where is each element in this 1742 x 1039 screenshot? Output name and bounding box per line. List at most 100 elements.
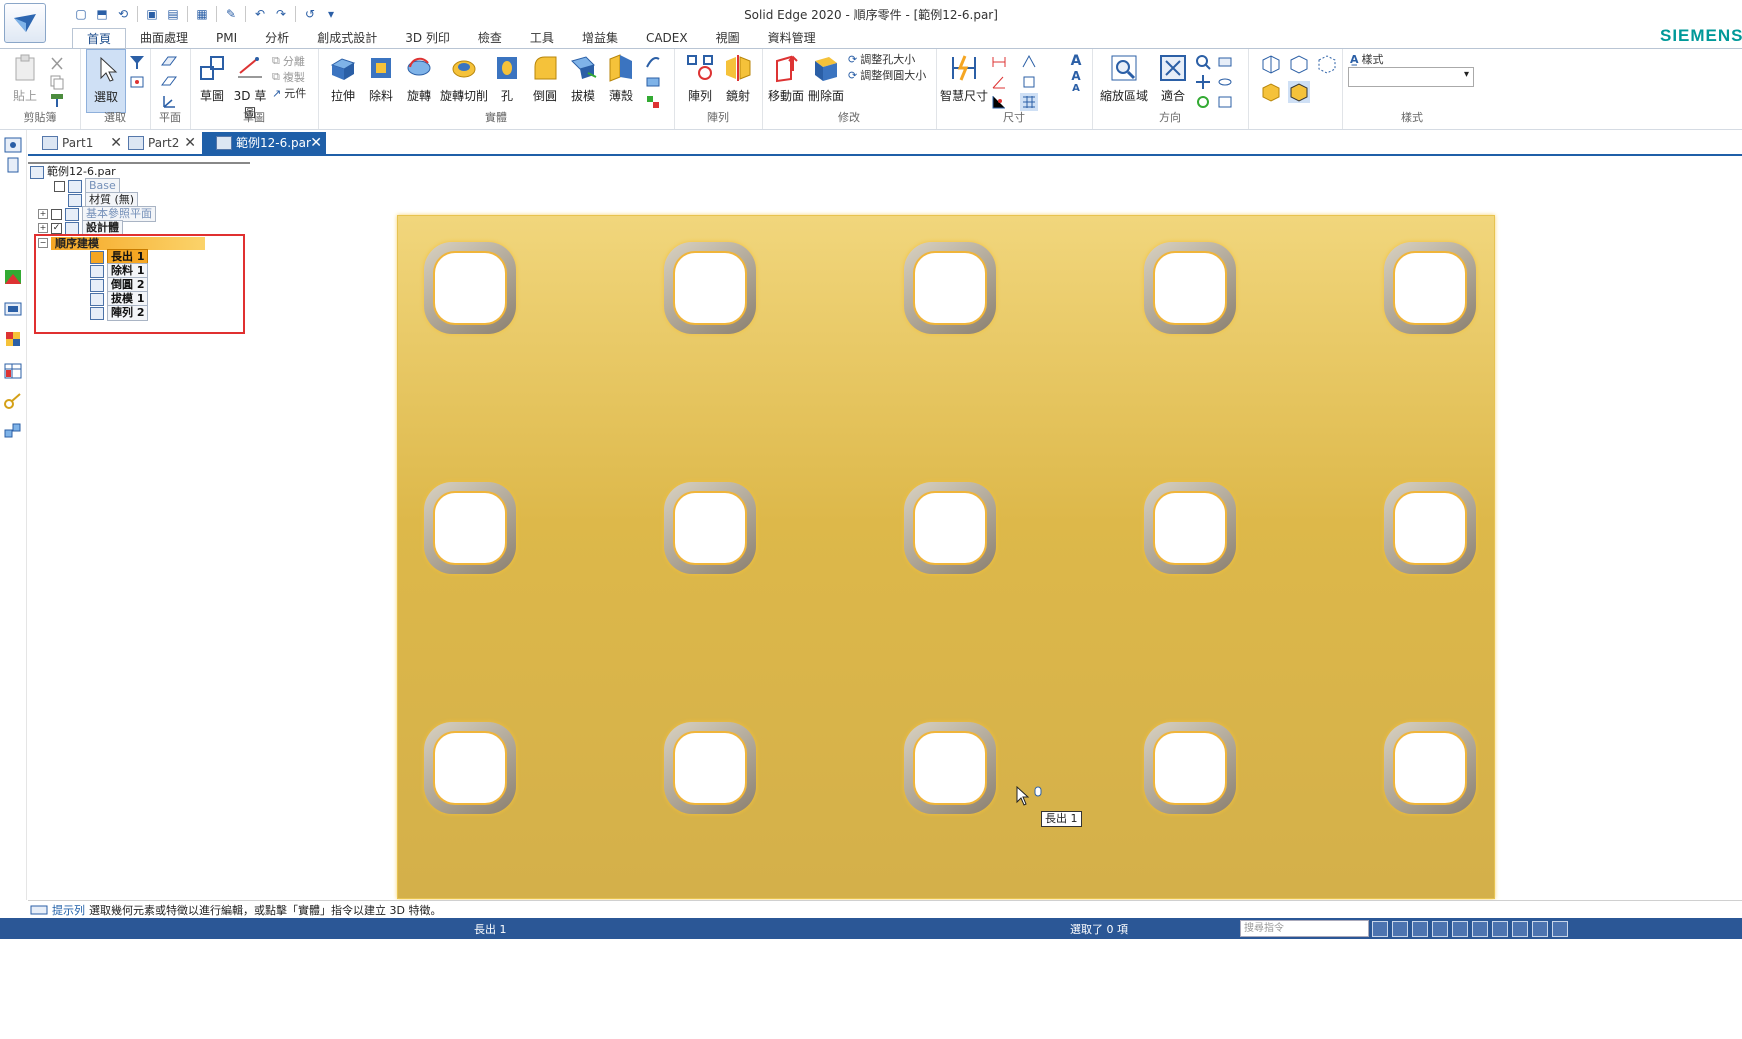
shaded-with-edges-icon[interactable] bbox=[1288, 81, 1310, 103]
split-button[interactable]: ⧉ 分離 bbox=[272, 53, 305, 69]
round-button[interactable]: 倒圓 bbox=[528, 53, 562, 104]
paste-button[interactable]: 貼上 bbox=[8, 53, 42, 104]
more-options-icon[interactable] bbox=[1552, 921, 1568, 937]
variable-table-icon[interactable] bbox=[3, 362, 23, 380]
cut-icon[interactable] bbox=[48, 55, 66, 73]
angle-between-icon[interactable] bbox=[990, 73, 1008, 91]
doc-tab-part1[interactable]: Part1 ✕ bbox=[42, 132, 126, 154]
cutout-hole[interactable] bbox=[904, 722, 996, 814]
smart-dimension-button[interactable]: 智慧尺寸 bbox=[940, 53, 988, 104]
feature-library-icon[interactable] bbox=[3, 156, 23, 174]
style-dropdown[interactable]: ▾ bbox=[1348, 67, 1474, 87]
thin-wall-button[interactable]: 薄殼 bbox=[604, 53, 638, 104]
cutout-hole[interactable] bbox=[1384, 722, 1476, 814]
sweep-icon[interactable] bbox=[644, 53, 662, 71]
zoom-icon[interactable] bbox=[1194, 53, 1212, 71]
tab-analysis[interactable]: 分析 bbox=[251, 28, 303, 48]
cutout-hole[interactable] bbox=[664, 242, 756, 334]
spin-icon[interactable] bbox=[1492, 921, 1508, 937]
text-style-button[interactable]: A A A bbox=[1066, 53, 1086, 94]
tab-home[interactable]: 首頁 bbox=[72, 28, 127, 49]
resize-round-button[interactable]: ⟳ 調整倒圓大小 bbox=[848, 67, 926, 83]
extrude-button[interactable]: 拉伸 bbox=[326, 53, 360, 104]
arrow-icon[interactable] bbox=[1372, 921, 1388, 937]
command-search-input[interactable]: 搜尋指令 bbox=[1240, 920, 1369, 937]
assembly-tree-icon[interactable] bbox=[3, 422, 23, 440]
tab-pmi[interactable]: PMI bbox=[202, 28, 251, 48]
tree-design-body[interactable]: + ✓ 設計體 bbox=[38, 220, 123, 236]
format-painter-icon[interactable] bbox=[48, 91, 66, 109]
tab-add-ins[interactable]: 增益集 bbox=[568, 28, 632, 48]
visibility-checkbox[interactable]: ✓ bbox=[51, 222, 62, 234]
coincident-plane-icon[interactable] bbox=[160, 53, 178, 71]
fit-button[interactable]: 適合 bbox=[1156, 53, 1190, 104]
rotate-icon[interactable] bbox=[1472, 921, 1488, 937]
expand-icon[interactable]: + bbox=[38, 209, 48, 219]
relationship-icon[interactable] bbox=[1020, 73, 1038, 91]
path-finder-grip[interactable] bbox=[28, 156, 250, 164]
loft-icon[interactable] bbox=[644, 73, 662, 91]
tab-generative-design[interactable]: 創成式設計 bbox=[303, 28, 391, 48]
draft-button[interactable]: 拔模 bbox=[566, 53, 600, 104]
resize-hole-button[interactable]: ⟳ 調整孔大小 bbox=[848, 51, 915, 67]
previous-view-icon[interactable] bbox=[1216, 53, 1234, 71]
select-button[interactable]: 選取 bbox=[86, 49, 126, 113]
pan-icon[interactable] bbox=[1194, 73, 1212, 91]
sketch-button[interactable]: 草圖 bbox=[194, 53, 230, 104]
move-face-button[interactable]: 移動面 bbox=[766, 53, 806, 104]
pattern-button[interactable]: 陣列 bbox=[682, 53, 718, 104]
tab-surfacing[interactable]: 曲面處理 bbox=[126, 28, 202, 48]
tab-data-management[interactable]: 資料管理 bbox=[754, 28, 830, 48]
visible-edges-icon[interactable] bbox=[1288, 53, 1310, 75]
cutout-hole[interactable] bbox=[664, 482, 756, 574]
cutout-hole[interactable] bbox=[424, 482, 516, 574]
path-finder-tab-icon[interactable] bbox=[3, 136, 23, 154]
element-button[interactable]: ↗ 元件 bbox=[272, 85, 306, 101]
fit-icon[interactable] bbox=[1432, 921, 1448, 937]
cutout-hole[interactable] bbox=[1144, 482, 1236, 574]
color-manager-icon[interactable] bbox=[3, 330, 23, 348]
doc-tab-part2[interactable]: Part2 ✕ bbox=[128, 132, 200, 154]
tree-root[interactable]: 範例12-6.par bbox=[30, 165, 116, 179]
view-styles-icon[interactable] bbox=[1512, 921, 1528, 937]
cut-feature-button[interactable]: 除料 bbox=[364, 53, 398, 104]
layers-icon[interactable] bbox=[3, 268, 23, 286]
zoom-area-icon[interactable] bbox=[1392, 921, 1408, 937]
revolve-button[interactable]: 旋轉 bbox=[402, 53, 436, 104]
close-icon[interactable]: ✕ bbox=[184, 132, 196, 154]
distance-between-icon[interactable] bbox=[990, 53, 1008, 71]
copy-icon[interactable] bbox=[48, 73, 66, 91]
view-orientation-icon[interactable] bbox=[1532, 921, 1548, 937]
cutout-hole[interactable] bbox=[904, 482, 996, 574]
tab-inspect[interactable]: 檢查 bbox=[464, 28, 516, 48]
graphics-window[interactable] bbox=[397, 215, 1495, 899]
cutout-hole[interactable] bbox=[904, 242, 996, 334]
expand-icon[interactable]: + bbox=[38, 223, 48, 233]
cutout-hole[interactable] bbox=[424, 722, 516, 814]
cutout-hole[interactable] bbox=[1384, 242, 1476, 334]
tree-material[interactable]: 材質 (無) bbox=[68, 192, 139, 208]
keyboard-icon[interactable] bbox=[30, 905, 48, 915]
zoom-area-button[interactable]: 縮放區域 bbox=[1096, 53, 1152, 104]
tab-view[interactable]: 視圖 bbox=[702, 28, 754, 48]
wireframe-icon[interactable] bbox=[1260, 53, 1282, 75]
view-manager-icon[interactable] bbox=[3, 300, 23, 318]
cutout-hole[interactable] bbox=[1144, 242, 1236, 334]
delete-face-button[interactable]: 刪除面 bbox=[806, 53, 846, 104]
tab-tools[interactable]: 工具 bbox=[516, 28, 568, 48]
shaded-icon[interactable] bbox=[1260, 81, 1282, 103]
copy-sketch-button[interactable]: ⧉ 複製 bbox=[272, 69, 305, 85]
cutout-hole[interactable] bbox=[1384, 482, 1476, 574]
key-icon[interactable] bbox=[3, 392, 23, 410]
cutout-hole[interactable] bbox=[424, 242, 516, 334]
close-icon[interactable]: ✕ bbox=[110, 132, 122, 154]
pan-icon[interactable] bbox=[1452, 921, 1468, 937]
revolve-cut-button[interactable]: 旋轉切削 bbox=[438, 53, 490, 104]
spin-about-icon[interactable] bbox=[1216, 73, 1234, 91]
more-planes-icon[interactable] bbox=[160, 73, 178, 91]
cutout-hole[interactable] bbox=[664, 722, 756, 814]
select-tools-icon[interactable] bbox=[128, 73, 146, 91]
doc-tab-example-12-6[interactable]: 範例12-6.par ✕ bbox=[202, 132, 326, 154]
tab-3d-print[interactable]: 3D 列印 bbox=[391, 28, 464, 48]
hole-button[interactable]: 孔 bbox=[492, 53, 522, 104]
